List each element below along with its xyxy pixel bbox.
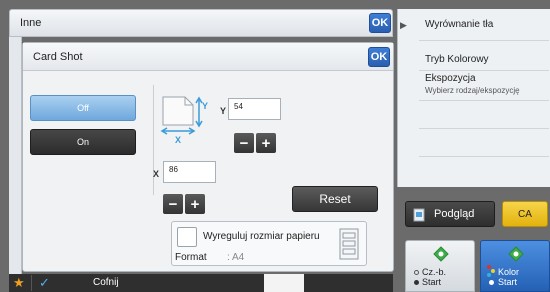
fit-paper-size-label: Wyreguluj rozmiar papieru bbox=[203, 231, 320, 242]
x-label: X bbox=[153, 169, 160, 179]
check-icon[interactable]: ✓ bbox=[39, 274, 50, 292]
y-value-field[interactable]: 54 bbox=[228, 98, 281, 120]
format-value: : A4 bbox=[227, 252, 245, 263]
start-color-button[interactable]: Kolor Start bbox=[480, 240, 550, 292]
preview-label: Podgląd bbox=[434, 208, 475, 220]
preview-button[interactable]: Podgląd bbox=[405, 201, 495, 227]
color-dot-yellow-icon bbox=[491, 269, 495, 273]
start-diamond-icon bbox=[508, 246, 524, 262]
dialog-ok-button[interactable]: OK bbox=[368, 47, 390, 67]
bottom-toolbar: ★ ✓ Cofnij bbox=[9, 274, 393, 292]
top-ok-button[interactable]: OK bbox=[369, 13, 391, 33]
star-icon[interactable]: ★ bbox=[13, 275, 25, 291]
x-increase-button[interactable]: + bbox=[185, 194, 205, 214]
y-label: Y bbox=[220, 106, 227, 116]
start-bw-line1: Cz.-b. bbox=[422, 267, 447, 277]
right-item-empty-3 bbox=[419, 157, 549, 185]
paper-size-icon bbox=[339, 228, 359, 260]
start-bw-line2: Start bbox=[422, 277, 442, 287]
toolbar-tab bbox=[264, 274, 304, 292]
start-bw-button[interactable]: Cz.-b. Start bbox=[405, 240, 475, 292]
card-shot-dialog: Card Shot OK Off On Y X Y 54 − + X 86 − … bbox=[22, 42, 394, 272]
start-color-line2: Start bbox=[498, 277, 518, 287]
bw-indicator-icon bbox=[414, 270, 419, 275]
expand-panel-icon[interactable]: ▶ bbox=[400, 20, 407, 31]
x-value-field[interactable]: 86 bbox=[163, 161, 216, 183]
color-indicator-icon bbox=[489, 280, 494, 285]
ca-button[interactable]: CA bbox=[502, 201, 548, 227]
x-decrease-button[interactable]: − bbox=[163, 194, 183, 214]
on-button[interactable]: On bbox=[30, 129, 136, 155]
start-diamond-icon bbox=[433, 246, 449, 262]
bw-dot-icon bbox=[414, 280, 419, 285]
right-item-empty-2 bbox=[419, 129, 549, 157]
y-axis-icon-label: Y bbox=[202, 101, 209, 111]
back-button[interactable]: Cofnij bbox=[93, 277, 119, 288]
format-label: Format bbox=[175, 252, 207, 263]
dialog-title: Card Shot bbox=[33, 51, 83, 63]
color-dot-cyan-icon bbox=[487, 273, 491, 277]
right-item-color-mode[interactable]: Tryb Kolorowy bbox=[419, 49, 549, 71]
top-bar: Inne OK bbox=[9, 9, 393, 37]
fit-paper-size-box: Wyreguluj rozmiar papieru Format : A4 bbox=[171, 221, 367, 266]
y-decrease-button[interactable]: − bbox=[234, 133, 254, 153]
underlying-list-edge bbox=[9, 37, 22, 274]
x-axis-icon-label: X bbox=[175, 135, 182, 145]
reset-button[interactable]: Reset bbox=[292, 186, 378, 212]
off-button[interactable]: Off bbox=[30, 95, 136, 121]
right-item-empty-1 bbox=[419, 101, 549, 129]
fit-paper-size-checkbox[interactable] bbox=[177, 227, 197, 247]
dialog-header: Card Shot OK bbox=[23, 43, 393, 71]
start-color-line1: Kolor bbox=[498, 267, 520, 277]
right-item-background-adjust[interactable]: Wyrównanie tła bbox=[419, 13, 549, 41]
toolbar-divider bbox=[31, 275, 32, 291]
right-item-exposure[interactable]: Ekspozycja Wybierz rodzaj/ekspozycję bbox=[419, 71, 549, 101]
y-increase-button[interactable]: + bbox=[256, 133, 276, 153]
right-panel: Wyrównanie tła Tryb Kolorowy Ekspozycja … bbox=[397, 9, 550, 187]
color-dot-red-icon bbox=[487, 265, 491, 269]
preview-icon bbox=[413, 208, 425, 222]
screen-title: Inne bbox=[20, 17, 42, 29]
